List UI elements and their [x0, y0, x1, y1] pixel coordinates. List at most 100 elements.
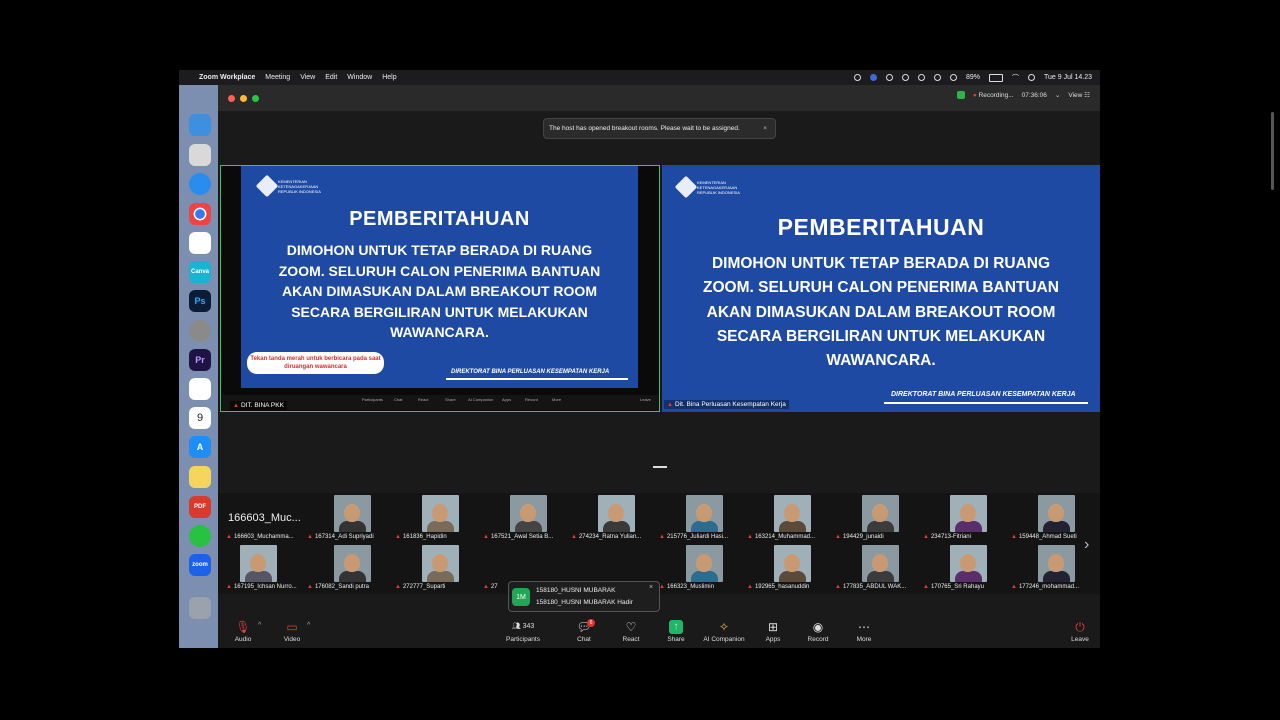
participant-video[interactable] — [862, 495, 899, 532]
menu-view[interactable]: View — [300, 74, 315, 81]
logo-mark-icon — [674, 175, 698, 199]
participants-button[interactable]: 👥︎ 343 Participants — [498, 620, 548, 643]
mini-apps: Apps — [502, 397, 512, 402]
slide-right[interactable]: KEMENTERIAN KETENAGAKERJAAN REPUBLIK IND… — [662, 165, 1100, 412]
participant-name: ▲ 166323_Muslimin — [659, 584, 714, 590]
participant-name: ▲ 234713-Fitriani — [923, 534, 971, 540]
page-scrollbar[interactable] — [1271, 112, 1274, 190]
apps-icon: ⊞ — [767, 620, 779, 634]
share-button[interactable]: ↑ Share — [651, 620, 701, 643]
mini-participants: Participants — [362, 397, 383, 402]
participant-body — [339, 571, 366, 582]
participant-video[interactable] — [774, 545, 811, 582]
calendar-icon[interactable]: 9 — [189, 407, 211, 429]
footer-line — [884, 402, 1088, 404]
mic-muted-icon: ▲ — [483, 584, 489, 590]
control-center-icon[interactable] — [1028, 74, 1035, 81]
toast-message: The host has opened breakout rooms. Plea… — [549, 125, 740, 132]
close-window-button[interactable] — [228, 95, 235, 102]
battery-icon[interactable] — [989, 73, 1003, 82]
notes-icon[interactable] — [189, 466, 211, 488]
chevron-down-icon[interactable]: ⌄ — [1055, 91, 1060, 99]
maximize-window-button[interactable] — [252, 95, 259, 102]
participant-video[interactable] — [1038, 495, 1075, 532]
menu-meeting[interactable]: Meeting — [265, 74, 290, 81]
launchpad-icon[interactable] — [189, 144, 211, 166]
minimize-window-button[interactable] — [240, 95, 247, 102]
participant-face — [696, 554, 712, 572]
settings-icon[interactable] — [189, 320, 211, 342]
view-button[interactable]: View ☷ — [1068, 91, 1090, 99]
chat-button[interactable]: 💬︎ Chat — [559, 620, 609, 643]
participant-video[interactable] — [334, 495, 371, 532]
participant-name-text: 194429_junaidi — [842, 534, 884, 540]
reminders-icon[interactable] — [189, 378, 211, 400]
participant-video[interactable] — [1038, 545, 1075, 582]
status-icon[interactable] — [885, 74, 893, 81]
record-button[interactable]: ◉ Record — [793, 620, 843, 643]
clock[interactable]: Tue 9 Jul 14.23 — [1044, 74, 1092, 81]
recording-indicator[interactable]: ● Recording... — [973, 92, 1014, 99]
leave-button[interactable]: ⏻ Leave — [1055, 620, 1105, 643]
menu-help[interactable]: Help — [382, 74, 396, 81]
toast-close-icon[interactable]: × — [763, 125, 767, 132]
participant-video[interactable] — [598, 495, 635, 532]
meeting-timer[interactable]: 07:36:06 — [1022, 92, 1047, 99]
status-icon[interactable] — [901, 74, 909, 81]
battery-percent[interactable]: 89% — [966, 74, 980, 81]
finder-icon[interactable] — [189, 114, 211, 136]
status-icon[interactable] — [853, 74, 861, 81]
participant-name-text: 163214_Muhammad... — [754, 534, 815, 540]
participant-video[interactable] — [950, 495, 987, 532]
mic-muted-icon: ▲ — [395, 534, 401, 540]
premiere-icon[interactable]: Pr — [189, 349, 211, 371]
photos-icon[interactable] — [189, 232, 211, 254]
react-button[interactable]: ♡ React — [606, 620, 656, 643]
video-options-chevron-icon[interactable]: ^ — [307, 622, 310, 629]
whatsapp-icon[interactable] — [189, 525, 211, 547]
participant-video[interactable] — [862, 545, 899, 582]
more-button[interactable]: ⋯ More — [839, 620, 889, 643]
apps-button[interactable]: ⊞ Apps — [748, 620, 798, 643]
wifi-icon[interactable]: ⌒ — [1012, 73, 1019, 83]
status-icon[interactable] — [917, 74, 925, 81]
menu-window[interactable]: Window — [347, 74, 372, 81]
pdf-icon[interactable]: PDF — [189, 496, 211, 518]
chat-close-icon[interactable]: × — [649, 584, 653, 591]
chat-sender: 158180_HUSNI MUBARAK — [536, 587, 616, 594]
participant-video[interactable] — [510, 495, 547, 532]
status-icon[interactable] — [949, 74, 957, 81]
app-store-icon[interactable]: A — [189, 436, 211, 458]
canva-icon[interactable]: Canva — [189, 261, 211, 283]
participant-name-text: 274234_Ratna Yulian... — [578, 534, 642, 540]
menu-app-name[interactable]: Zoom Workplace — [199, 74, 255, 81]
menu-edit[interactable]: Edit — [325, 74, 337, 81]
audio-options-chevron-icon[interactable]: ^ — [258, 622, 261, 629]
cloud-icon[interactable] — [933, 74, 941, 81]
participant-video[interactable] — [686, 495, 723, 532]
next-page-chevron-icon[interactable]: › — [1084, 536, 1089, 554]
ai-companion-button[interactable]: ✧ AI Companion — [699, 620, 749, 643]
participant-video[interactable] — [422, 545, 459, 582]
participant-name-text: 176082_Sandi putra — [314, 584, 369, 590]
participant-body — [427, 571, 454, 582]
participant-video[interactable] — [686, 545, 723, 582]
mic-muted-icon: ▲ — [395, 584, 401, 590]
zoom-status-icon[interactable] — [869, 74, 877, 81]
zoom-icon[interactable]: zoom — [189, 554, 211, 576]
safari-icon[interactable] — [189, 173, 211, 195]
participant-video[interactable] — [950, 545, 987, 582]
participant-video[interactable] — [334, 545, 371, 582]
shield-icon[interactable] — [956, 91, 965, 99]
photoshop-icon[interactable]: Ps — [189, 290, 211, 312]
participant-video[interactable] — [422, 495, 459, 532]
participant-video[interactable] — [240, 545, 277, 582]
recording-label: Recording... — [978, 91, 1014, 99]
chat-notification[interactable]: 1M 158180_HUSNI MUBARAK 158180_HUSNI MUB… — [508, 581, 660, 612]
chrome-icon[interactable] — [189, 203, 211, 225]
trash-icon[interactable] — [189, 597, 211, 619]
participant-video[interactable] — [774, 495, 811, 532]
participant-face — [520, 504, 536, 522]
gallery-drag-handle[interactable] — [653, 466, 667, 468]
first-participant-name[interactable]: 166603_Muc... — [228, 512, 301, 524]
